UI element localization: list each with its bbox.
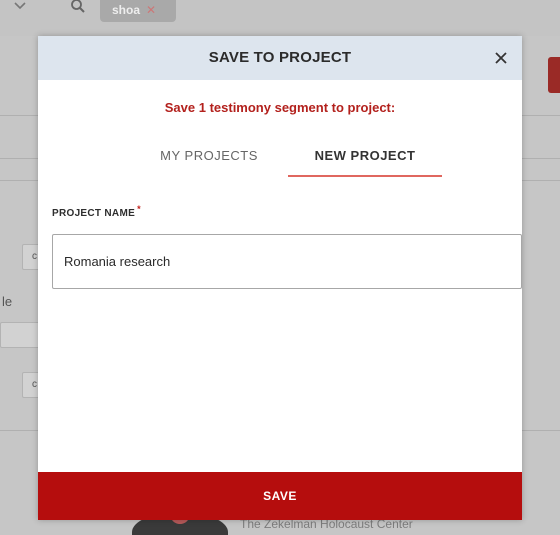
modal-footer: SAVE	[38, 472, 522, 520]
background-red-tab	[548, 57, 560, 93]
screen: shoa ✕ c le c The Zekelman Holocaust Cent…	[0, 0, 560, 535]
modal-title: SAVE TO PROJECT	[208, 49, 352, 66]
tab-new-project[interactable]: NEW PROJECT	[288, 136, 442, 176]
background-search-icon	[70, 0, 90, 16]
save-to-project-modal: SAVE TO PROJECT Save 1 testimony segment…	[38, 36, 522, 520]
project-name-label-text: PROJECT NAME	[52, 208, 136, 219]
modal-header: SAVE TO PROJECT	[38, 36, 522, 80]
background-chip-close-icon: ✕	[146, 3, 157, 17]
save-button[interactable]: SAVE	[38, 472, 522, 520]
background-search-chip: shoa ✕	[100, 0, 176, 22]
project-name-input[interactable]	[52, 234, 522, 289]
background-search-chip-label: shoa	[112, 3, 141, 17]
background-left-column	[0, 36, 38, 535]
required-marker: *	[137, 204, 141, 214]
project-tabs: MY PROJECTS NEW PROJECT	[38, 136, 522, 178]
close-button[interactable]	[490, 47, 512, 69]
background-select-label: c	[32, 251, 37, 262]
background-sidebar-text: le	[2, 294, 13, 309]
modal-subtitle: Save 1 testimony segment to project:	[164, 100, 396, 115]
background-box	[0, 322, 42, 348]
background-chevron-down-icon	[14, 2, 28, 16]
close-icon	[495, 52, 507, 64]
background-right-column	[522, 36, 560, 535]
background-select-label: c	[32, 379, 37, 390]
tab-my-projects[interactable]: MY PROJECTS	[134, 136, 284, 176]
project-name-label: PROJECT NAME *	[52, 204, 141, 219]
active-tab-indicator	[288, 175, 442, 177]
